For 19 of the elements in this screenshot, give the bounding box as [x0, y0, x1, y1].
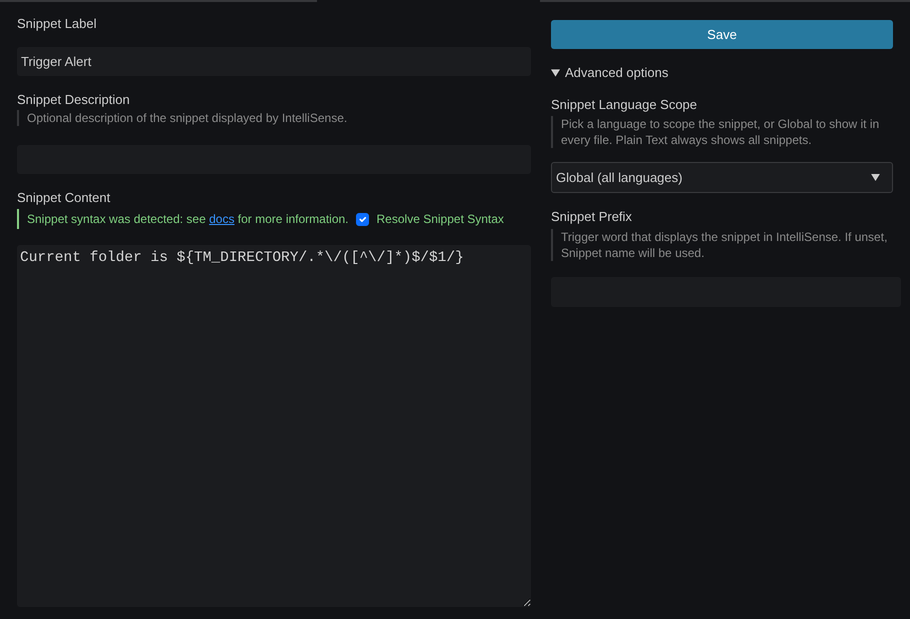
advanced-options-toggle[interactable]: Advanced options [551, 64, 668, 82]
code-editor[interactable]: Current folder is ${TM_DIRECTORY/.*\/([^\/]*)$/$1/} [17, 245, 531, 607]
field-label: Snippet Prefix [551, 208, 633, 226]
checkbox-label[interactable]: Resolve Snippet Syntax [376, 211, 504, 227]
field-label: Snippet Language Scope [551, 96, 698, 114]
syntax-notice: Snippet syntax was detected: see docs for more information. [27, 211, 349, 227]
caret-icon [870, 174, 881, 181]
language-select[interactable]: Global (all languages) [551, 162, 893, 193]
text-field[interactable]: Trigger Alert [17, 47, 531, 76]
field-label: Snippet Description [17, 91, 131, 109]
docs-link[interactable]: docs [209, 212, 234, 226]
field-label: Snippet Label [17, 15, 98, 33]
caret-icon [551, 69, 560, 77]
checkbox[interactable] [356, 212, 369, 226]
field-hint: Trigger word that displays the snippet in IntelliSense. If unset, Snippet name will be used. [551, 229, 901, 261]
field-hint: Pick a language to scope the snippet, or Global to show it in every file. Plain Text always shows all snippets. [551, 116, 901, 148]
save-button[interactable]: Save [551, 20, 893, 49]
field-label: Snippet Content [17, 189, 112, 207]
field-hint: Optional description of the snippet displayed by IntelliSense. [17, 110, 531, 126]
